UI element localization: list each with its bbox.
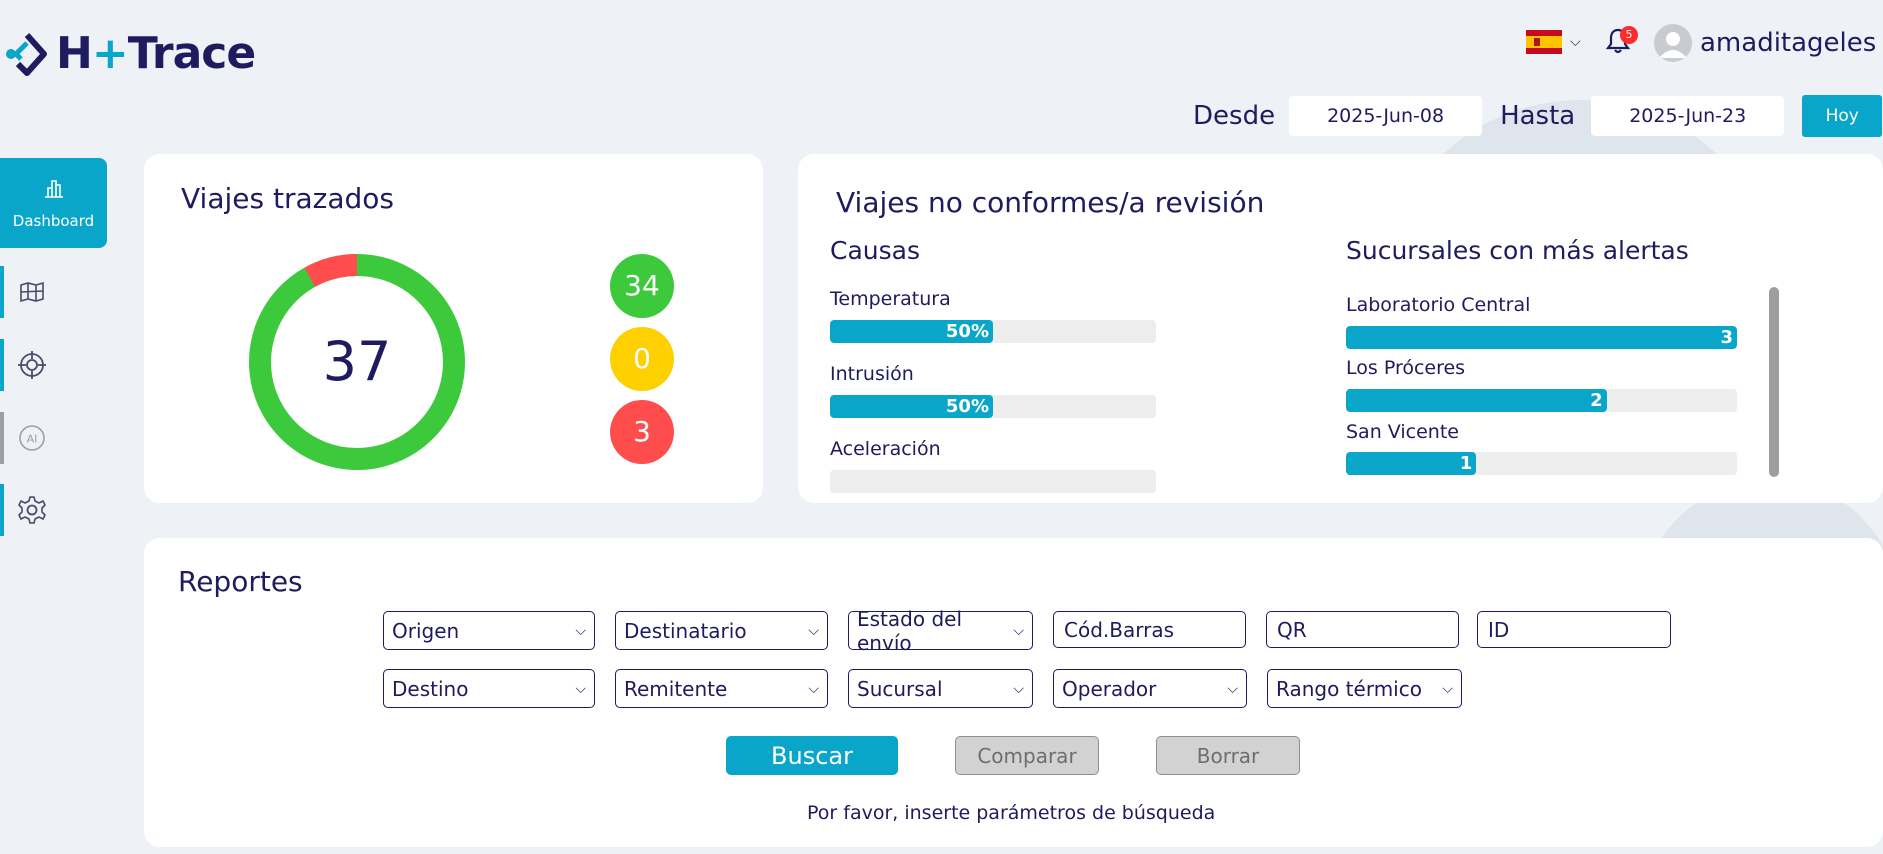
sidebar-item-settings[interactable] [0, 484, 60, 536]
sucursales-title: Sucursales con más alertas [1346, 236, 1689, 265]
user-name: amaditageles [1700, 28, 1877, 58]
cause-bar [830, 470, 1156, 493]
branch-bar-fill: 2 [1346, 389, 1607, 412]
viajes-trazados-card: Viajes trazados 37 34 0 3 [144, 154, 763, 503]
branch-bar: 3 [1346, 326, 1737, 349]
borrar-button[interactable]: Borrar [1156, 736, 1300, 775]
chevron-down-icon: ⌵ [1013, 680, 1024, 697]
desde-label: Desde [1193, 101, 1276, 131]
cause-label: Intrusión [830, 363, 914, 385]
bar-chart-icon [44, 180, 63, 198]
operador-select[interactable]: Operador ⌵ [1053, 669, 1247, 708]
sidebar-item-label: Dashboard [12, 212, 95, 230]
branch-label: Los Próceres [1346, 357, 1466, 379]
card-title: Reportes [178, 565, 303, 598]
sidebar-item-ai[interactable]: AI [0, 412, 60, 464]
cause-bar-fill: 50% [830, 395, 993, 418]
branch-bar-fill: 3 [1346, 326, 1737, 349]
logo-text: H+Trace [56, 28, 256, 79]
codigo-barras-input[interactable]: Cód.Barras [1053, 611, 1246, 648]
select-value: Estado del envío [857, 606, 962, 655]
select-value: Sucursal [857, 676, 943, 701]
rango-termico-select[interactable]: Rango térmico ⌵ [1267, 669, 1462, 708]
chevron-down-icon: ⌵ [1227, 680, 1238, 697]
destino-select[interactable]: Destino ⌵ [383, 669, 595, 708]
hasta-label: Hasta [1500, 101, 1576, 131]
ok-count-badge: 34 [610, 254, 674, 318]
hoy-button[interactable]: Hoy [1802, 95, 1883, 137]
trips-donut-chart: 37 [249, 254, 465, 470]
gear-icon [18, 496, 46, 524]
cause-label: Aceleración [830, 438, 941, 460]
branch-bar-fill: 1 [1346, 452, 1477, 475]
cause-bar: 50% [830, 395, 1156, 418]
causas-title: Causas [830, 236, 920, 265]
donut-red-segment [304, 254, 358, 288]
notification-count-badge: 5 [1620, 26, 1638, 44]
notifications-button[interactable]: 5 [1605, 26, 1638, 56]
cause-label: Temperatura [830, 288, 951, 310]
chevron-down-icon: ⌵ [808, 622, 819, 639]
select-value: Origen [392, 618, 460, 643]
logo-mark-icon [6, 32, 47, 76]
ai-icon: AI [19, 425, 45, 451]
branches-scrollbar[interactable] [1769, 287, 1779, 477]
user-icon [1659, 32, 1687, 58]
select-value: Rango térmico [1276, 676, 1422, 701]
select-value: Destinatario [624, 618, 747, 643]
origen-select[interactable]: Origen ⌵ [383, 611, 595, 650]
chevron-down-icon: ⌵ [575, 622, 586, 639]
chevron-down-icon: ⌵ [1570, 34, 1581, 50]
cause-bar-fill: 50% [830, 320, 993, 343]
branch-bar: 2 [1346, 389, 1737, 412]
select-value: Destino [392, 676, 469, 701]
map-icon [20, 281, 44, 303]
destinatario-select[interactable]: Destinatario ⌵ [615, 611, 828, 650]
sidebar-item-map[interactable] [0, 266, 60, 318]
language-selector[interactable]: ⌵ [1526, 30, 1581, 54]
qr-input[interactable]: QR [1266, 611, 1459, 648]
desde-date-input[interactable] [1289, 96, 1483, 136]
sidebar-item-tracking[interactable] [0, 339, 60, 391]
branch-label: San Vicente [1346, 421, 1459, 443]
avatar [1654, 24, 1692, 62]
app-logo[interactable]: H+Trace [4, 28, 256, 79]
chevron-down-icon: ⌵ [808, 680, 819, 697]
estado-envio-select[interactable]: Estado del envío ⌵ [848, 607, 1033, 655]
search-hint: Por favor, inserte parámetros de búsqued… [807, 802, 1216, 824]
branch-label: Laboratorio Central [1346, 294, 1531, 316]
branch-bar: 1 [1346, 452, 1737, 475]
spain-flag-icon [1526, 30, 1562, 54]
chevron-down-icon: ⌵ [575, 680, 586, 697]
cause-bar: 50% [830, 320, 1156, 343]
chevron-down-icon: ⌵ [1442, 680, 1453, 697]
remitente-select[interactable]: Remitente ⌵ [615, 669, 828, 708]
sucursal-select[interactable]: Sucursal ⌵ [848, 669, 1033, 708]
sidebar-item-dashboard[interactable]: Dashboard [0, 158, 107, 248]
total-trips-value: 37 [323, 330, 392, 393]
date-range-bar: Desde Hasta Hoy [1193, 95, 1883, 137]
chevron-down-icon: ⌵ [1013, 622, 1024, 639]
card-title: Viajes no conformes/a revisión [836, 186, 1265, 219]
hasta-date-input[interactable] [1591, 96, 1785, 136]
card-title: Viajes trazados [181, 182, 394, 215]
buscar-button[interactable]: Buscar [726, 736, 898, 775]
warning-count-badge: 0 [610, 327, 674, 391]
comparar-button[interactable]: Comparar [955, 736, 1099, 775]
select-value: Remitente [624, 676, 728, 701]
alert-count-badge: 3 [610, 400, 674, 464]
select-value: Operador [1062, 676, 1157, 701]
target-icon [18, 351, 46, 379]
id-input[interactable]: ID [1477, 611, 1671, 648]
svg-text:AI: AI [27, 433, 38, 446]
user-menu[interactable]: amaditageles ⌵ [1654, 24, 1883, 62]
